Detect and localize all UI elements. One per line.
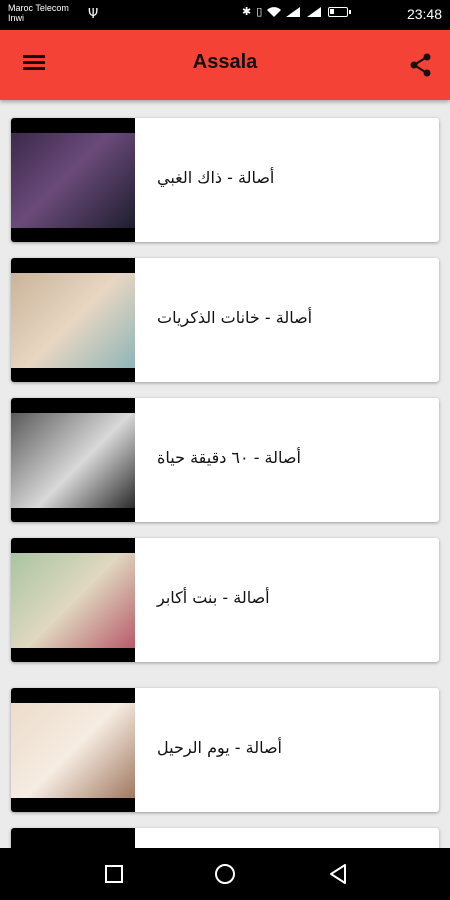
album-thumbnail [11, 258, 135, 382]
wifi-icon [267, 6, 282, 17]
album-thumbnail [11, 398, 135, 522]
battery-icon [328, 6, 352, 17]
app-bar: Assala [0, 30, 450, 100]
system-icons: ✱ ▯ [242, 5, 352, 18]
album-thumbnail [11, 538, 135, 662]
share-icon [410, 53, 431, 77]
battery-level-fill [330, 8, 335, 14]
album-thumbnail [11, 688, 135, 812]
recent-apps-button[interactable] [102, 862, 126, 886]
status-bar: Maroc Telecom Inwi Ψ ✱ ▯ 23:48 [0, 0, 450, 30]
navigation-bar [0, 848, 450, 900]
album-thumbnail [11, 118, 135, 242]
carrier-label: Maroc Telecom Inwi [8, 3, 69, 23]
carrier-name: Maroc Telecom [8, 3, 69, 13]
signal-icon-2 [307, 6, 322, 17]
bluetooth-icon: ✱ [242, 5, 252, 18]
song-title: أصالة - ٦٠ دقيقة حياة [157, 448, 301, 467]
share-button[interactable] [408, 52, 434, 78]
back-button[interactable] [326, 862, 350, 886]
vibrate-icon: ▯ [256, 5, 263, 18]
home-button[interactable] [213, 862, 237, 886]
signal-icon [286, 6, 301, 17]
song-card[interactable]: أصالة - خانات الذكريات [11, 258, 439, 382]
song-title: أصالة - بنت أكابر [157, 588, 270, 607]
clock: 23:48 [406, 6, 442, 22]
song-title: أصالة - ذاك الغبي [157, 168, 275, 187]
song-card[interactable]: أصالة - يوم الرحيل [11, 688, 439, 812]
song-card[interactable]: أصالة - ٦٠ دقيقة حياة [11, 398, 439, 522]
song-card[interactable]: أصالة - بنت أكابر [11, 538, 439, 662]
carrier-name-secondary: Inwi [8, 13, 25, 23]
app-title: Assala [192, 51, 258, 73]
song-title: أصالة - خانات الذكريات [157, 308, 313, 327]
song-title: أصالة - يوم الرحيل [157, 738, 282, 757]
usb-icon: Ψ [88, 7, 99, 22]
song-card[interactable]: أصالة - ذاك الغبي [11, 118, 439, 242]
